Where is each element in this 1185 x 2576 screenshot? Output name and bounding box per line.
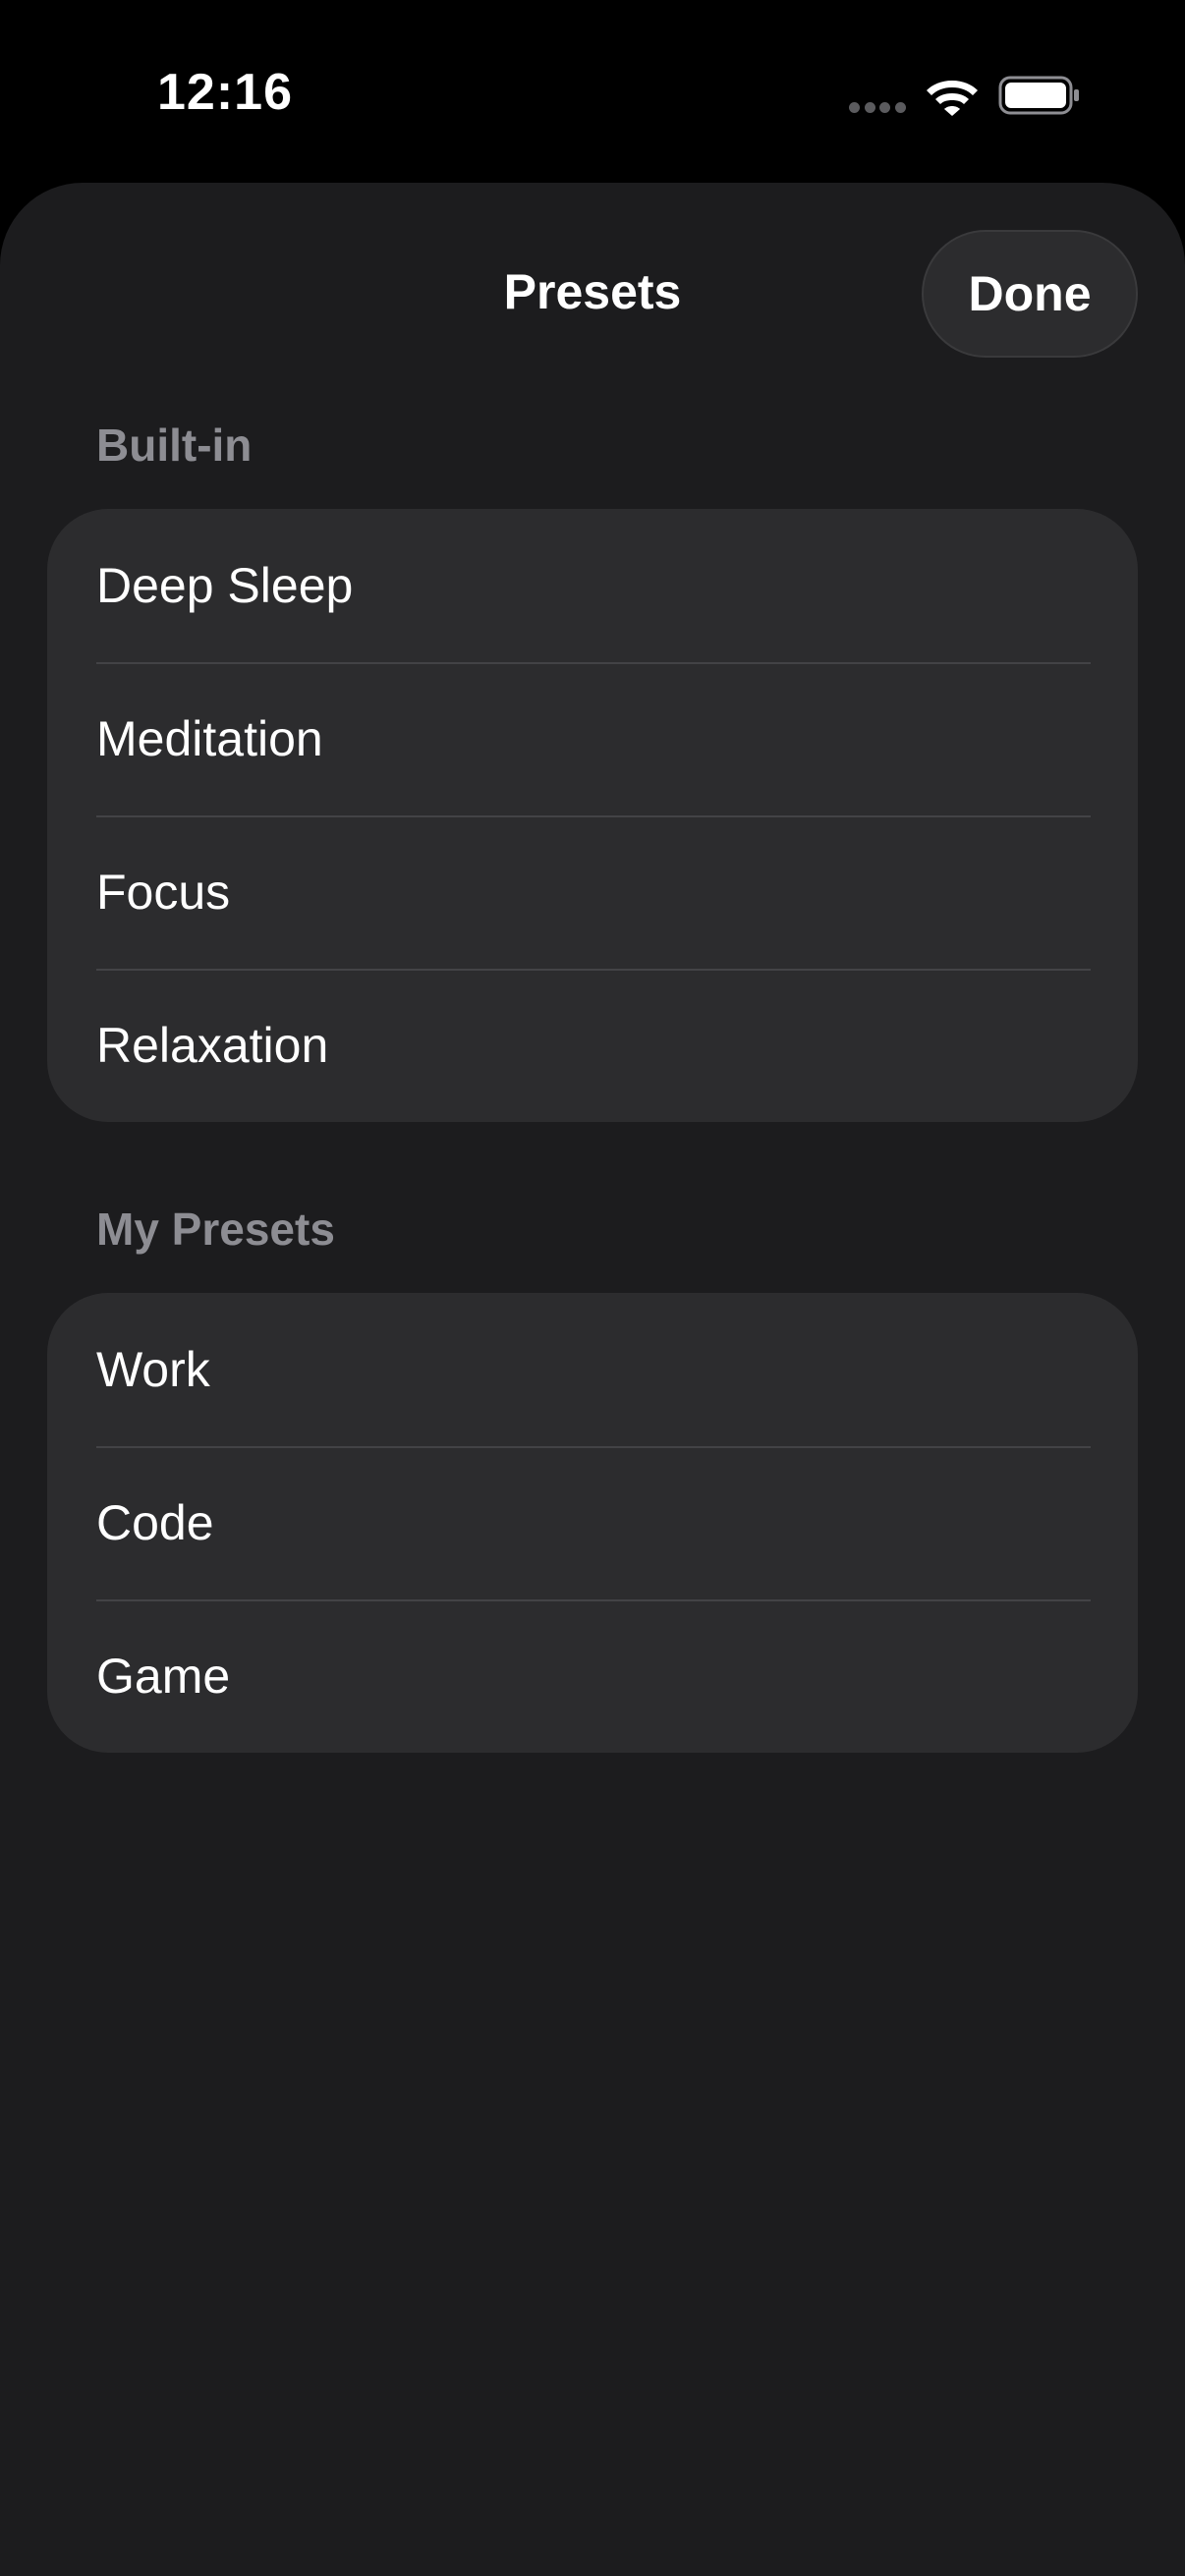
battery-icon [998, 76, 1079, 115]
built-in-presets-list: Deep Sleep Meditation Focus Relaxation [47, 509, 1138, 1122]
cellular-icon [849, 102, 906, 114]
preset-item-meditation[interactable]: Meditation [47, 662, 1138, 815]
preset-item-game[interactable]: Game [47, 1599, 1138, 1753]
status-bar: 12:16 [0, 0, 1185, 183]
section-header-my-presets: My Presets [96, 1204, 335, 1255]
presets-sheet: Presets Done Built-in Deep Sleep Meditat… [0, 183, 1185, 2576]
preset-item-relaxation[interactable]: Relaxation [47, 969, 1138, 1122]
done-button[interactable]: Done [922, 230, 1138, 358]
my-presets-list: Work Code Game [47, 1293, 1138, 1753]
section-header-built-in: Built-in [96, 420, 253, 471]
preset-item-work[interactable]: Work [47, 1293, 1138, 1446]
status-time: 12:16 [157, 64, 293, 121]
wifi-icon [927, 81, 978, 116]
preset-item-focus[interactable]: Focus [47, 815, 1138, 969]
preset-item-deep-sleep[interactable]: Deep Sleep [47, 509, 1138, 662]
screen: 12:16 Presets Done Built-in Deep Sleep M… [0, 0, 1185, 2576]
preset-item-code[interactable]: Code [47, 1446, 1138, 1599]
